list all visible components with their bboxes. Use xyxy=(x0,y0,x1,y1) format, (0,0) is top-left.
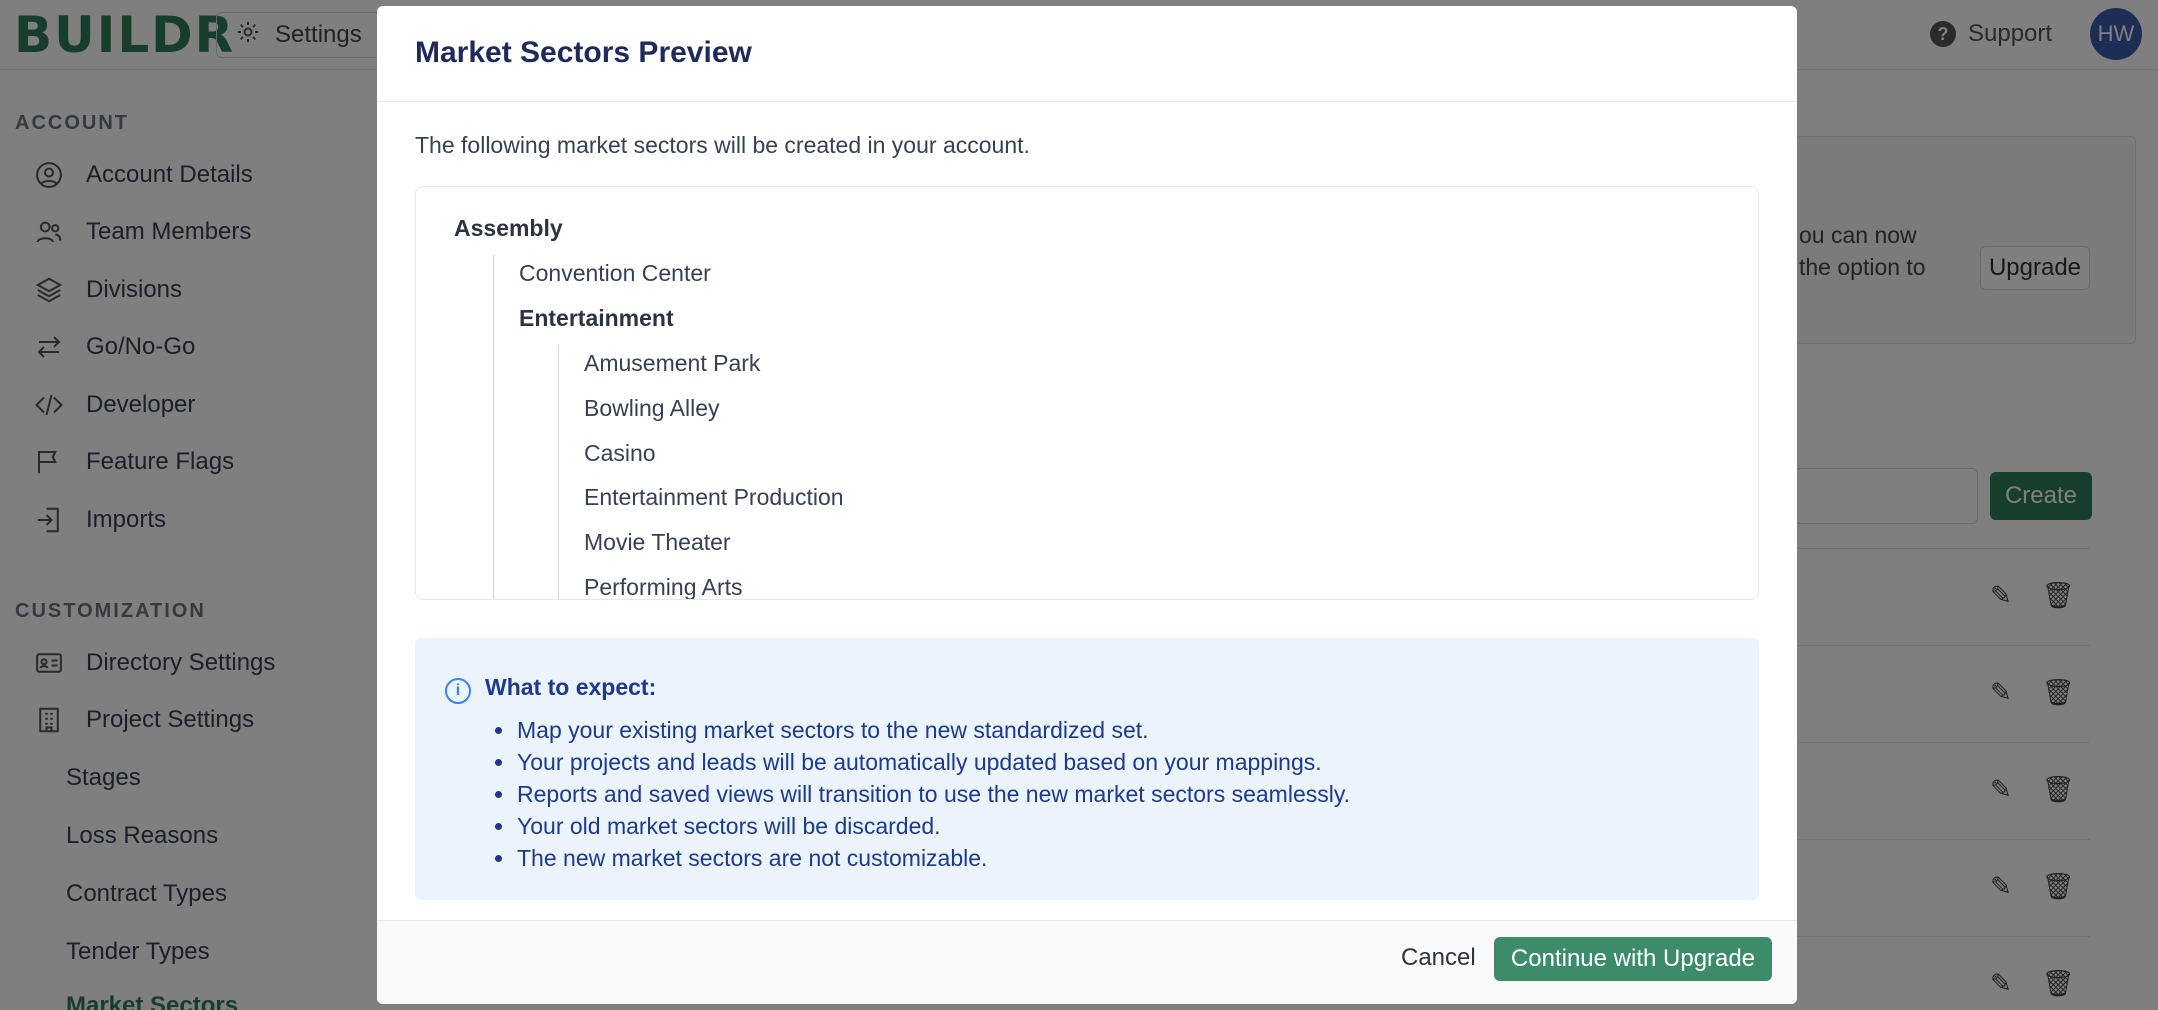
tree-item-root: Assembly xyxy=(454,215,563,241)
market-sector-tree[interactable]: Assembly Convention Center Entertainment… xyxy=(415,186,1759,600)
tree-item-level2: Performing Arts xyxy=(584,574,743,600)
modal-header: Market Sectors Preview xyxy=(377,6,1797,102)
modal-title: Market Sectors Preview xyxy=(415,36,752,69)
info-icon: i xyxy=(445,678,471,704)
tree-item-level1: Entertainment xyxy=(519,305,674,331)
list-item: Map your existing market sectors to the … xyxy=(494,714,1350,746)
tree-guide-line xyxy=(558,345,559,599)
list-item: The new market sectors are not customiza… xyxy=(494,842,1350,874)
what-to-expect-callout: i What to expect: Map your existing mark… xyxy=(415,638,1759,900)
list-item: Reports and saved views will transition … xyxy=(494,778,1350,810)
market-sectors-preview-modal: Market Sectors Preview The following mar… xyxy=(377,6,1797,1004)
tree-guide-line xyxy=(493,255,494,599)
tree-item-level2: Movie Theater xyxy=(584,529,731,555)
list-item: Your old market sectors will be discarde… xyxy=(494,810,1350,842)
tree-item-level1: Convention Center xyxy=(519,260,711,286)
tree-item-level2: Casino xyxy=(584,440,656,466)
callout-title: What to expect: xyxy=(485,674,657,700)
cancel-button[interactable]: Cancel xyxy=(1387,935,1490,981)
list-item: Your projects and leads will be automati… xyxy=(494,746,1350,778)
tree-item-level2: Entertainment Production xyxy=(584,484,844,510)
tree-item-level2: Amusement Park xyxy=(584,350,761,376)
modal-footer: Cancel Continue with Upgrade xyxy=(377,920,1797,1004)
tree-item-level2: Bowling Alley xyxy=(584,395,720,421)
continue-with-upgrade-button[interactable]: Continue with Upgrade xyxy=(1494,937,1772,981)
expectation-list: Map your existing market sectors to the … xyxy=(494,714,1350,874)
modal-intro-text: The following market sectors will be cre… xyxy=(415,132,1030,158)
